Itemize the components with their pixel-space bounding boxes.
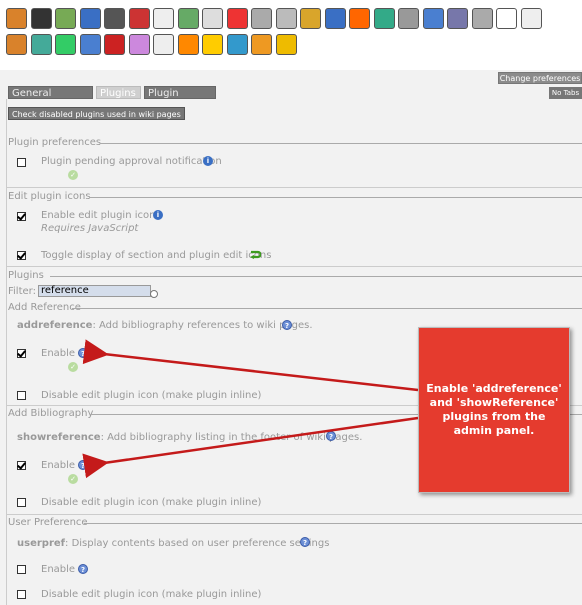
- arrow-to-addreference: [82, 339, 419, 392]
- arrow-to-showreference: [82, 416, 419, 479]
- annotation-callout: Enable 'addreference' and 'showReference…: [418, 327, 570, 493]
- annotation-arrows: [82, 339, 419, 479]
